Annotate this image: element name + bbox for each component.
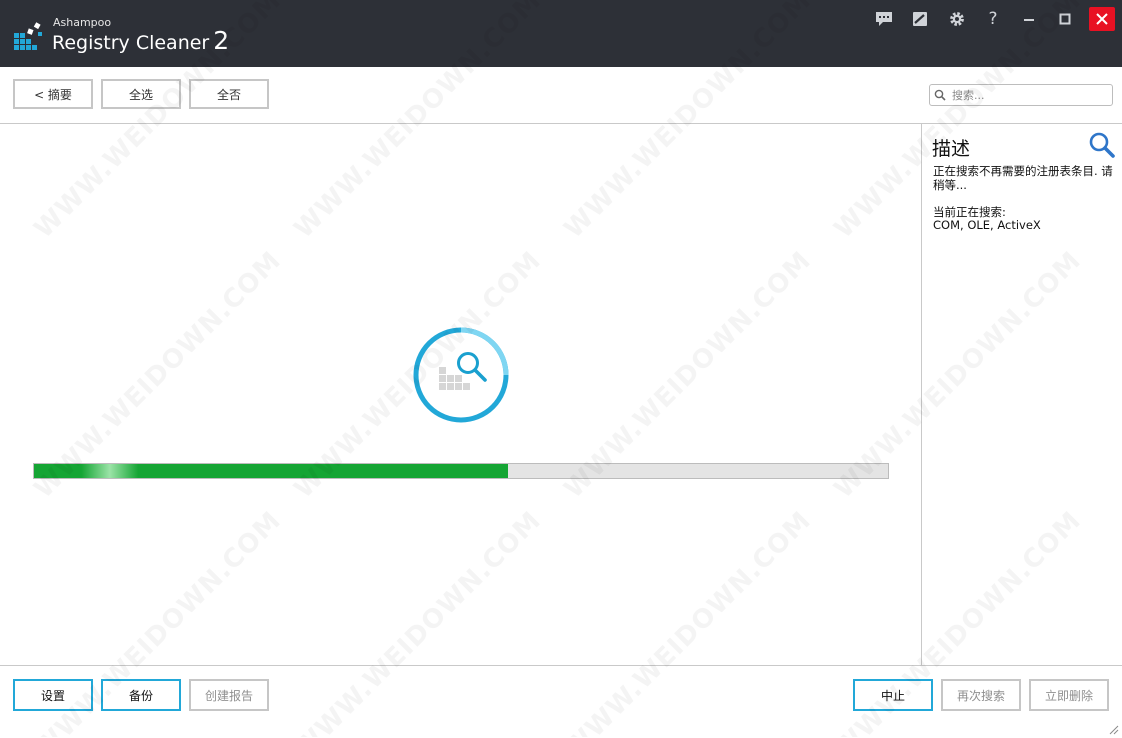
app-name: Registry Cleaner <box>52 32 210 54</box>
close-icon <box>1096 13 1108 25</box>
close-button[interactable] <box>1089 7 1115 31</box>
maximize-icon <box>1059 13 1071 25</box>
app-title: Registry Cleaner 2 <box>52 26 229 55</box>
feedback-button[interactable] <box>871 7 897 31</box>
scanning-spinner-icon <box>413 327 509 423</box>
bottom-bar: 设置 备份 创建报告 中止 再次搜索 立即删除 <box>0 665 1122 738</box>
search-icon <box>934 89 946 101</box>
settings-gear-button[interactable] <box>944 7 970 31</box>
app-version: 2 <box>213 26 230 55</box>
delete-now-button[interactable]: 立即删除 <box>1029 679 1109 711</box>
minimize-icon <box>1024 19 1034 21</box>
help-button[interactable]: ? <box>980 7 1006 31</box>
select-all-button[interactable]: 全选 <box>101 79 181 109</box>
back-to-summary-button[interactable]: < 摘要 <box>13 79 93 109</box>
search-again-button[interactable]: 再次搜索 <box>941 679 1021 711</box>
create-report-button[interactable]: 创建报告 <box>189 679 269 711</box>
backup-button[interactable]: 备份 <box>101 679 181 711</box>
skin-icon <box>913 12 927 26</box>
description-text: 正在搜索不再需要的注册表条目. 请稍等... <box>933 164 1113 192</box>
title-bar: Ashampoo Registry Cleaner 2 ? <box>0 0 1122 67</box>
skin-button[interactable] <box>907 7 933 31</box>
settings-button[interactable]: 设置 <box>13 679 93 711</box>
feedback-icon <box>876 12 892 26</box>
toolbar: < 摘要 全选 全否 搜索... <box>0 67 1122 124</box>
app-logo-icon <box>14 22 42 50</box>
maximize-button[interactable] <box>1052 7 1078 31</box>
search-placeholder: 搜索... <box>952 89 985 102</box>
magnifier-icon <box>1089 132 1115 158</box>
description-panel: 描述 正在搜索不再需要的注册表条目. 请稍等... 当前正在搜索: COM, O… <box>921 124 1122 665</box>
scan-area <box>0 124 921 665</box>
help-icon: ? <box>988 9 998 29</box>
search-input[interactable]: 搜索... <box>929 84 1113 106</box>
scan-progress-bar <box>33 463 889 479</box>
resize-grip-icon[interactable] <box>1109 725 1119 735</box>
current-search-value: COM, OLE, ActiveX <box>933 218 1041 232</box>
gear-icon <box>950 12 964 26</box>
stop-button[interactable]: 中止 <box>853 679 933 711</box>
scan-progress-fill <box>34 464 508 478</box>
description-title: 描述 <box>932 138 971 160</box>
select-none-button[interactable]: 全否 <box>189 79 269 109</box>
minimize-button[interactable] <box>1016 7 1042 31</box>
